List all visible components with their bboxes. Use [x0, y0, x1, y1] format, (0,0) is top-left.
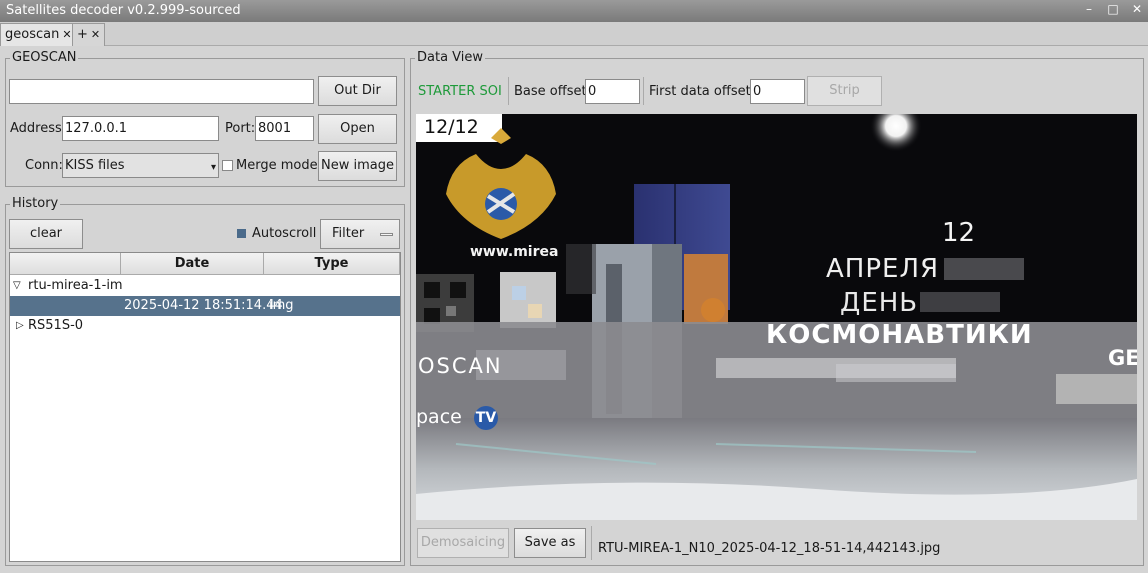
history-group-title: History [10, 196, 61, 211]
out-dir-button[interactable]: Out Dir [318, 76, 397, 106]
minimize-icon[interactable]: – [1082, 2, 1096, 16]
image-line1: АПРЕЛЯ [826, 254, 940, 284]
geoscan-group-title: GEOSCAN [10, 50, 79, 65]
table-row[interactable]: 2025-04-12 18:51:14.44 img [10, 296, 400, 316]
autoscroll-checkbox[interactable] [237, 229, 246, 238]
tab-label: geoscan [5, 27, 60, 42]
column-header-name[interactable] [10, 253, 121, 275]
close-tab-icon[interactable]: ✕ [91, 28, 100, 41]
conn-label: Conn: [25, 158, 63, 173]
maximize-icon[interactable]: □ [1106, 2, 1120, 16]
base-offset-label: Base offset: [514, 84, 591, 99]
merge-mode-label: Merge mode [236, 158, 318, 173]
status-label: STARTER SOI [418, 84, 502, 99]
image-band-right: GE [1108, 346, 1137, 370]
row-type: img [269, 298, 294, 313]
filter-label: Filter [332, 226, 365, 241]
node-name: rtu-mirea-1-im [28, 278, 123, 293]
dropdown-arrow-icon: ▾ [210, 162, 216, 173]
port-label: Port: [225, 121, 256, 136]
tab-add[interactable]: + ✕ [72, 23, 106, 46]
tab-geoscan[interactable]: geoscan ✕ [0, 23, 77, 46]
column-header-type[interactable]: Type [264, 253, 400, 275]
image-day: 12 [942, 218, 976, 248]
filter-button[interactable]: Filter [320, 219, 400, 249]
data-view-group-title: Data View [415, 50, 486, 65]
history-tree[interactable]: Date Type ▽ rtu-mirea-1-im 2025-04-12 18… [9, 252, 401, 562]
image-url-text: www.mirea [470, 244, 559, 260]
address-field[interactable]: 127.0.0.1 [62, 116, 219, 141]
image-filename: RTU-MIREA-1_N10_2025-04-12_18-51-14,4421… [598, 541, 941, 556]
image-band-left: OSCAN [418, 354, 503, 378]
window-title: Satellites decoder v0.2.999-sourced [6, 3, 241, 18]
window-titlebar: Satellites decoder v0.2.999-sourced – □ … [0, 0, 1148, 22]
add-tab-label: + [77, 27, 88, 42]
tree-node-rs51s[interactable]: ▷ RS51S-0 [10, 316, 400, 336]
image-tv-mark: TV [474, 406, 498, 430]
close-icon[interactable]: ✕ [1130, 2, 1144, 16]
image-canvas [416, 114, 1137, 520]
out-dir-field[interactable] [9, 79, 314, 104]
conn-value: KISS files [65, 158, 125, 173]
image-bottom-left: pace [416, 406, 462, 428]
divider [643, 77, 644, 105]
image-line2: ДЕНЬ [840, 288, 919, 318]
tree-node-rtu-mirea[interactable]: ▽ rtu-mirea-1-im [10, 276, 400, 296]
base-offset-field[interactable]: 0 [585, 79, 640, 104]
collapse-arrow-icon[interactable]: ▷ [16, 316, 24, 336]
window-controls: – □ ✕ [1082, 2, 1144, 16]
first-data-offset-field[interactable]: 0 [750, 79, 805, 104]
port-field[interactable]: 8001 [255, 116, 314, 141]
save-as-button[interactable]: Save as [514, 528, 586, 558]
address-label: Address: [10, 121, 67, 136]
conn-select[interactable]: KISS files ▾ [62, 153, 219, 178]
new-image-button[interactable]: New image [318, 151, 397, 181]
expand-arrow-icon[interactable]: ▽ [13, 276, 21, 296]
image-counter: 12/12 [424, 116, 479, 138]
image-line3: КОСМОНАВТИКИ [766, 320, 1033, 350]
divider [508, 77, 509, 105]
decoded-image: 12/12 www.mirea 12 АПРЕЛЯ ДЕНЬ КОСМОНАВТ… [416, 114, 1137, 520]
first-data-offset-label: First data offset: [649, 84, 756, 99]
menu-indicator-icon [380, 233, 393, 236]
node-name: RS51S-0 [28, 318, 84, 333]
divider [591, 526, 592, 560]
close-tab-icon[interactable]: ✕ [62, 28, 71, 41]
clear-button[interactable]: clear [9, 219, 83, 249]
column-header-date[interactable]: Date [121, 253, 264, 275]
demosaicing-button[interactable]: Demosaicing [417, 528, 509, 558]
row-date: 2025-04-12 18:51:14.44 [124, 298, 283, 313]
merge-mode-checkbox[interactable] [222, 160, 233, 171]
tab-bar: geoscan ✕ + ✕ [0, 22, 1148, 46]
autoscroll-label: Autoscroll [252, 226, 317, 241]
strip-button[interactable]: Strip [807, 76, 882, 106]
open-button[interactable]: Open [318, 114, 397, 144]
